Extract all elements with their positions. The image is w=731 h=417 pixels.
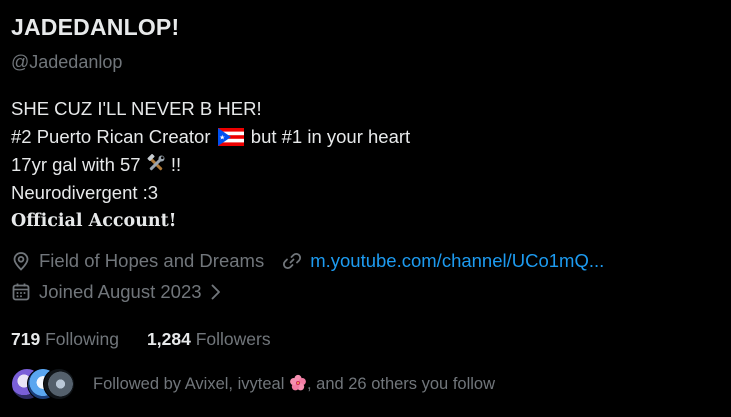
chevron-right-icon[interactable]	[208, 282, 224, 302]
hibiscus-icon	[290, 374, 306, 391]
followers-label: Followers	[195, 329, 271, 349]
followers-number: 1,284	[147, 329, 191, 349]
user-handle: @Jadedanlop	[11, 52, 123, 72]
follower-avatars	[11, 368, 75, 400]
followed-by[interactable]: Followed by Avixel, ivyteal , and 26 oth…	[11, 368, 495, 400]
location-text: Field of Hopes and Dreams	[39, 250, 265, 271]
followed-by-end: , and 26 others you follow	[306, 375, 496, 393]
follow-counts: 719 Following 1,284 Followers	[11, 329, 299, 350]
following-count[interactable]: 719 Following	[11, 329, 119, 350]
followers-count[interactable]: 1,284 Followers	[147, 329, 271, 350]
bio-line-3-end: !!	[170, 154, 182, 175]
bio: SHE CUZ I'LL NEVER B HER! #2 Puerto Rica…	[11, 95, 410, 235]
link-icon	[283, 252, 302, 270]
calendar-icon	[12, 283, 30, 301]
location-pin-icon	[13, 252, 29, 271]
following-label: Following	[45, 329, 120, 349]
bio-line-3-start: 17yr gal with 57	[11, 154, 141, 175]
avatar	[43, 368, 75, 400]
bio-line-2: #2 Puerto Rican Creator but #1 in your h…	[11, 123, 410, 151]
joined-row: Joined August 2023	[11, 281, 224, 303]
display-name: JADEDANLOP!	[11, 14, 180, 40]
bio-line-2-start: #2 Puerto Rican Creator	[11, 126, 211, 147]
profile-meta-row: Field of Hopes and Dreams m.youtube.com/…	[11, 250, 604, 272]
bio-line-5: Official Account!	[11, 211, 177, 231]
followed-by-start: Followed by Avixel, ivyteal	[93, 375, 285, 393]
bio-line-4: Neurodivergent :3	[11, 182, 159, 203]
joined-date: Joined August 2023	[39, 281, 202, 302]
bio-line-1: SHE CUZ I'LL NEVER B HER!	[11, 98, 262, 119]
following-number: 719	[11, 329, 41, 349]
website-link[interactable]: m.youtube.com/channel/UCo1mQ...	[310, 250, 604, 272]
puerto-rico-flag-icon	[217, 128, 244, 146]
followed-by-text: Followed by Avixel, ivyteal , and 26 oth…	[93, 374, 495, 394]
hammer-and-wrench-icon	[147, 154, 165, 171]
bio-line-2-end: but #1 in your heart	[250, 126, 411, 147]
bio-line-3: 17yr gal with 57 !!	[11, 151, 410, 179]
